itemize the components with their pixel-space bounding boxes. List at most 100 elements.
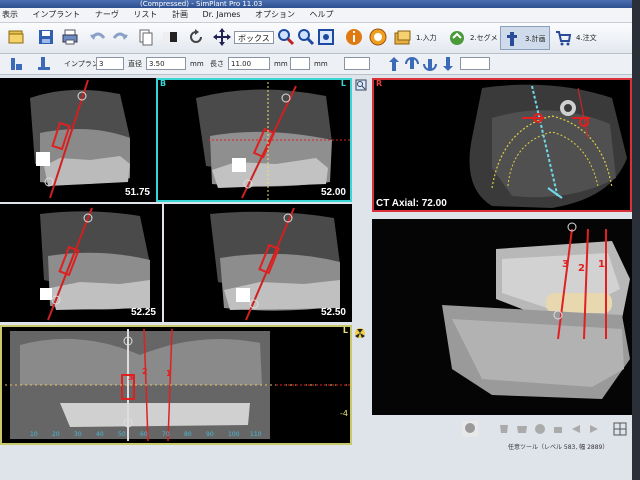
help-icon[interactable] <box>368 27 388 47</box>
view-front-icon[interactable] <box>496 421 512 437</box>
cross-section-image-1 <box>30 79 130 199</box>
implant-up-icon[interactable] <box>386 56 402 72</box>
implant-number-field[interactable]: 3 <box>96 57 124 70</box>
slice-position-1: 51.75 <box>124 187 150 198</box>
menu-options[interactable]: オプション <box>255 10 295 19</box>
open-file-icon[interactable] <box>6 27 26 47</box>
pano-tick: 50 <box>118 431 126 438</box>
redo-icon[interactable] <box>110 27 130 47</box>
application-window: (Compressed) - SimPlant Pro 11.03 表示 インプ… <box>0 0 632 480</box>
3d-toolstrip <box>462 421 632 439</box>
view-marker-lingual: L <box>340 79 346 88</box>
pano-tick: 30 <box>74 431 82 438</box>
pano-tick: 40 <box>96 431 104 438</box>
menu-implant[interactable]: インプラント <box>33 10 81 19</box>
menu-user[interactable]: Dr. James <box>203 10 241 19</box>
axial-slice-label: CT Axial: 72.00 <box>376 198 447 209</box>
panoramic-image <box>0 328 352 442</box>
implant-label-3: 3 <box>562 259 569 270</box>
window-titlebar: (Compressed) - SimPlant Pro 11.03 <box>0 0 632 8</box>
print-icon[interactable] <box>60 27 80 47</box>
pano-ruler: 10 20 30 40 50 60 70 80 90 100 110 <box>30 431 270 441</box>
slice-position-2: 52.00 <box>320 187 346 198</box>
cross-section-view-4[interactable]: 52.50 <box>164 204 352 322</box>
implant-tool-icon[interactable] <box>8 56 24 72</box>
step-plan-button[interactable]: 3.計画 <box>500 26 550 50</box>
implant-rotate-left-icon[interactable] <box>404 56 420 72</box>
menu-nerve[interactable]: ナーヴ <box>95 10 119 19</box>
skull-icon[interactable] <box>462 421 478 437</box>
pan-icon[interactable] <box>212 27 232 47</box>
axial-image <box>469 84 627 208</box>
pano-tick: 100 <box>228 431 240 438</box>
view-back-icon[interactable] <box>550 421 566 437</box>
length-unit: mm <box>274 60 288 68</box>
step-input-button[interactable]: 1.入力 <box>392 26 448 50</box>
view-right-icon[interactable] <box>586 421 602 437</box>
grid-toggle-icon[interactable] <box>612 421 628 437</box>
fit-view-icon[interactable] <box>316 27 336 47</box>
length-label: 長さ <box>210 60 224 68</box>
pano-offset-value: -4 <box>340 409 348 418</box>
menu-list[interactable]: リスト <box>133 10 157 19</box>
contrast-icon[interactable] <box>160 27 180 47</box>
depth-field[interactable] <box>460 57 490 70</box>
radiation-icon[interactable] <box>354 327 366 339</box>
view-marker-buccal: B <box>160 79 167 88</box>
pano-implant-label-2: 2 <box>142 367 148 376</box>
view-mode-select[interactable]: ボックス <box>234 31 274 44</box>
pano-tick: 20 <box>52 431 60 438</box>
implant-down-icon[interactable] <box>440 56 456 72</box>
pano-tick: 60 <box>140 431 148 438</box>
menu-help[interactable]: ヘルプ <box>310 10 334 19</box>
diameter-unit: mm <box>190 60 204 68</box>
view-left-icon[interactable] <box>568 421 584 437</box>
view-marker-right: R <box>376 79 383 88</box>
view-side-icon[interactable] <box>514 421 530 437</box>
cross-section-view-1[interactable]: 51.75 <box>0 78 156 202</box>
view-top-icon[interactable] <box>532 421 548 437</box>
info-icon[interactable] <box>344 27 364 47</box>
axial-view[interactable]: R CT Axial: 72.00 <box>372 78 632 212</box>
angle-field[interactable] <box>344 57 370 70</box>
copy-icon[interactable] <box>136 27 156 47</box>
pano-tick: 90 <box>206 431 214 438</box>
implant-label-2: 2 <box>578 263 585 274</box>
slice-position-3: 52.25 <box>130 307 156 318</box>
undo-icon[interactable] <box>88 27 108 47</box>
menu-view[interactable]: 表示 <box>2 10 18 19</box>
menu-bar: 表示 インプラント ナーヴ リスト 計画 Dr. James オプション ヘルプ <box>0 8 632 23</box>
length-field[interactable]: 11.00 <box>228 57 270 70</box>
step-plan-label: 3.計画 <box>525 35 546 43</box>
pano-tick: 10 <box>30 431 38 438</box>
zoom-in-icon[interactable] <box>276 27 296 47</box>
cross-section-view-3[interactable]: 52.25 <box>0 204 162 322</box>
step-input-label: 1.入力 <box>416 34 437 42</box>
view-settings-icon[interactable] <box>355 79 367 91</box>
implant-rotate-right-icon[interactable] <box>422 56 438 72</box>
menu-plan[interactable]: 計画 <box>172 10 188 19</box>
panoramic-view[interactable]: L -4 10 20 30 40 50 60 70 80 90 100 110 … <box>0 325 352 445</box>
pano-tick: 110 <box>250 431 262 438</box>
pano-implant-label-1: 1 <box>166 369 172 378</box>
implant-toolbar: インプラント 3 直径 3.50 mm 長さ 11.00 mm mm <box>0 54 632 75</box>
save-icon[interactable] <box>36 27 56 47</box>
implant-settings-icon[interactable] <box>36 56 52 72</box>
offset-field[interactable] <box>290 57 310 70</box>
step-order-label: 4.注文 <box>576 34 597 42</box>
step-segment-button[interactable]: 2.セグメント <box>446 26 504 66</box>
rotate-icon[interactable] <box>186 27 206 47</box>
zoom-out-icon[interactable] <box>296 27 316 47</box>
pano-tick: 70 <box>162 431 170 438</box>
main-toolbar: ボックス 1.入力 2.セグメント 3.計画 4.注文 <box>0 23 632 66</box>
cart-icon <box>556 31 572 46</box>
step-order-button[interactable]: 4.注文 <box>552 26 608 50</box>
3d-view[interactable]: 3 2 1 <box>372 219 632 415</box>
offset-unit: mm <box>314 60 328 68</box>
diameter-field[interactable]: 3.50 <box>146 57 186 70</box>
slice-position-4: 52.50 <box>320 307 346 318</box>
pano-implant-label-3: 3 <box>128 373 134 382</box>
workspace: 51.75 B L 52.00 R CT Axial: 72.00 52.25 … <box>0 75 632 480</box>
cross-section-view-2[interactable]: B L 52.00 <box>156 78 352 202</box>
folder-icon <box>394 30 411 45</box>
